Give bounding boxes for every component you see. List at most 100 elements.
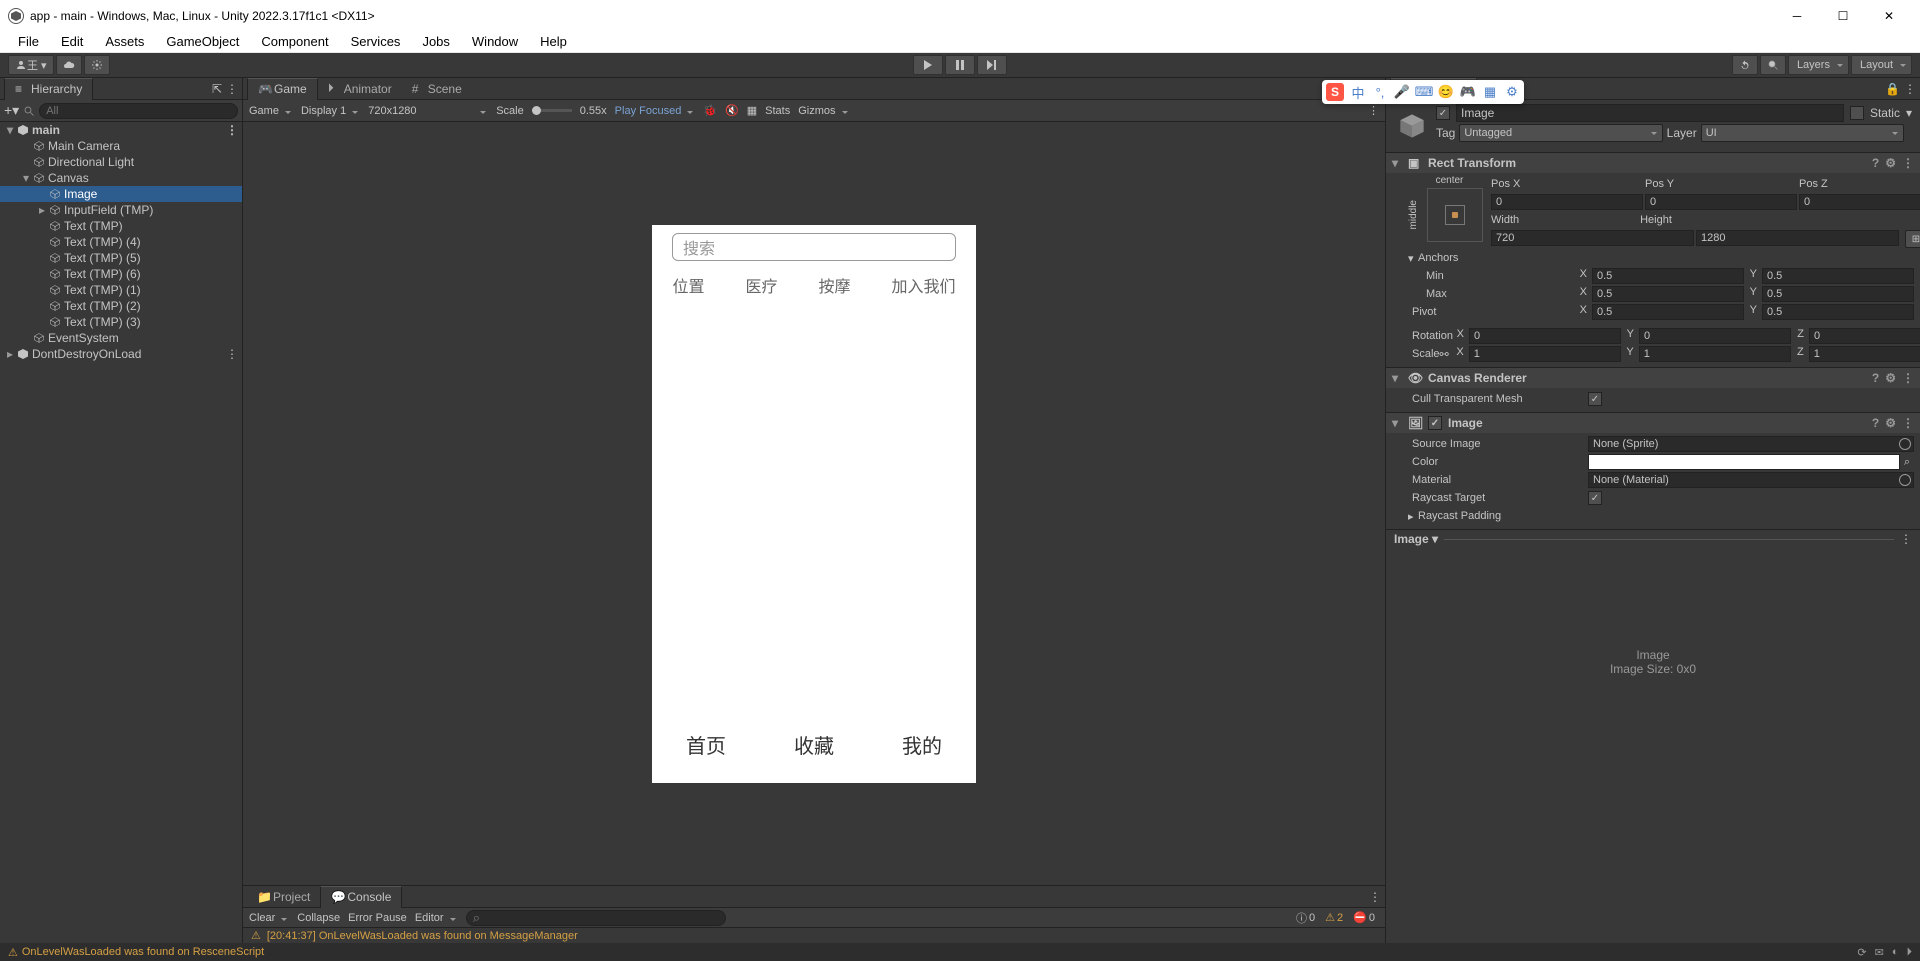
search-global-button[interactable] [1760, 55, 1786, 75]
hierarchy-row[interactable]: Text (TMP) (2) [0, 298, 242, 314]
component-menu-icon[interactable]: ⋮ [1902, 156, 1914, 170]
gameobject-active-checkbox[interactable] [1436, 106, 1450, 120]
foldout-icon[interactable]: ▾ [4, 123, 16, 137]
tab-game[interactable]: 🎮Game [247, 78, 318, 100]
menu-assets[interactable]: Assets [95, 32, 154, 51]
tab-animator[interactable]: ⏵Animator [318, 80, 402, 98]
jobs-icon[interactable]: ◐ [1892, 946, 1899, 959]
console-collapse-button[interactable]: Collapse [297, 912, 340, 924]
layout-dropdown[interactable]: Layout [1851, 55, 1912, 75]
account-button[interactable]: 王 ▾ [8, 55, 54, 75]
component-menu-icon[interactable]: ⋮ [1902, 416, 1914, 430]
ime-grid-icon[interactable]: ▦ [1482, 84, 1498, 100]
anchor-max-y-input[interactable] [1762, 286, 1914, 302]
pos-z-input[interactable] [1799, 194, 1920, 210]
grid-icon[interactable]: ▦ [747, 104, 757, 117]
component-menu-icon[interactable]: ⋮ [1902, 371, 1914, 385]
gameobject-icon[interactable] [1394, 108, 1430, 144]
phone-bottom-item[interactable]: 收藏 [794, 730, 834, 759]
error-count[interactable]: ⛔ 0 [1349, 910, 1379, 926]
tab-console[interactable]: 💬Console [320, 886, 402, 908]
phone-bottom-item[interactable]: 首页 [686, 730, 726, 759]
menu-gameobject[interactable]: GameObject [156, 32, 249, 51]
ime-emoji-icon[interactable]: 😊 [1438, 84, 1454, 100]
material-preview-bar[interactable]: Image ▾ ⋮ [1386, 529, 1920, 548]
menu-edit[interactable]: Edit [51, 32, 93, 51]
hierarchy-row[interactable]: Text (TMP) (6) [0, 266, 242, 282]
hierarchy-row[interactable]: Text (TMP) [0, 218, 242, 234]
phone-nav-item[interactable]: 按摩 [814, 271, 854, 299]
rotation-x-input[interactable] [1469, 328, 1621, 344]
window-close-button[interactable]: ✕ [1866, 0, 1912, 31]
hierarchy-menu-icon[interactable]: ⋮ [226, 82, 238, 96]
hierarchy-row[interactable]: Text (TMP) (5) [0, 250, 242, 266]
play-focused-dropdown[interactable]: Play Focused [615, 105, 696, 117]
object-picker-icon[interactable] [1899, 438, 1911, 450]
foldout-icon[interactable]: ▾ [1392, 371, 1402, 385]
ime-floating-bar[interactable]: S 中 °, 🎤 ⌨ 😊 🎮 ▦ ⚙ [1322, 80, 1524, 104]
hierarchy-search-input[interactable] [39, 103, 238, 119]
console-search-input[interactable] [466, 910, 726, 926]
inspector-lock-icon[interactable]: 🔒 [1885, 82, 1900, 96]
auto-refresh-icon[interactable]: ⟳ [1857, 946, 1866, 959]
eyedropper-icon[interactable]: ⌕ [1900, 456, 1914, 469]
foldout-icon[interactable]: ▸ [1408, 510, 1418, 523]
cache-server-icon[interactable]: ✉ [1875, 946, 1884, 959]
item-menu-icon[interactable]: ⋮ [222, 347, 242, 361]
menu-file[interactable]: File [8, 32, 49, 51]
inspector-menu-icon[interactable]: ⋮ [1904, 82, 1916, 96]
help-icon[interactable]: ? [1872, 371, 1879, 385]
color-field[interactable] [1588, 454, 1900, 470]
hierarchy-tree[interactable]: ▾main⋮Main CameraDirectional Light▾Canva… [0, 122, 242, 943]
hierarchy-row[interactable]: Main Camera [0, 138, 242, 154]
warn-count[interactable]: ⚠ 2 [1321, 910, 1347, 926]
hierarchy-row[interactable]: ▾Canvas [0, 170, 242, 186]
hierarchy-row[interactable]: Directional Light [0, 154, 242, 170]
ime-voice-icon[interactable]: 🎤 [1394, 84, 1410, 100]
tab-project[interactable]: 📁Project [247, 888, 320, 906]
pos-y-input[interactable] [1645, 194, 1797, 210]
ime-language-button[interactable]: 中 [1350, 84, 1366, 100]
foldout-icon[interactable]: ▾ [1392, 416, 1402, 430]
preset-icon[interactable]: ⚙ [1885, 156, 1896, 170]
anchor-preset-button[interactable] [1427, 188, 1483, 242]
hierarchy-row[interactable]: ▸InputField (TMP) [0, 202, 242, 218]
progress-icon[interactable]: ⏵ [1907, 946, 1913, 959]
foldout-icon[interactable]: ▸ [36, 203, 48, 217]
static-dropdown-icon[interactable]: ▾ [1906, 106, 1912, 120]
undo-history-button[interactable] [1732, 55, 1758, 75]
mute-icon[interactable]: 🔇 [725, 104, 739, 117]
phone-bottom-item[interactable]: 我的 [902, 730, 942, 759]
menu-help[interactable]: Help [530, 32, 577, 51]
height-input[interactable] [1696, 230, 1899, 246]
gameobject-name-input[interactable] [1456, 104, 1844, 122]
console-clear-button[interactable]: Clear [249, 912, 289, 924]
ime-keyboard-icon[interactable]: ⌨ [1416, 84, 1432, 100]
material-menu-icon[interactable]: ⋮ [1900, 532, 1912, 546]
constrain-scale-icon[interactable]: ⚯ [1440, 348, 1449, 361]
hierarchy-row[interactable]: ▸DontDestroyOnLoad⋮ [0, 346, 242, 362]
window-minimize-button[interactable]: ─ [1774, 0, 1820, 31]
game-mode-dropdown[interactable]: Game [249, 105, 293, 117]
anchor-max-x-input[interactable] [1592, 286, 1744, 302]
pivot-x-input[interactable] [1592, 304, 1744, 320]
width-input[interactable] [1491, 230, 1694, 246]
console-log-row[interactable]: ⚠[20:41:37] OnLevelWasLoaded was found o… [243, 928, 1385, 943]
hierarchy-row[interactable]: ▾main⋮ [0, 122, 242, 138]
hierarchy-tab[interactable]: ≡ Hierarchy [4, 78, 93, 100]
rotation-z-input[interactable] [1809, 328, 1920, 344]
scale-z-input[interactable] [1809, 346, 1920, 362]
ime-punctuation-icon[interactable]: °, [1372, 84, 1388, 100]
phone-nav-item[interactable]: 医疗 [741, 271, 781, 299]
layer-dropdown[interactable]: UI [1701, 124, 1904, 142]
pos-x-input[interactable] [1491, 194, 1643, 210]
scale-slider[interactable] [532, 109, 572, 112]
stats-button[interactable]: Stats [765, 105, 790, 117]
phone-search-input[interactable]: 搜索 [672, 233, 956, 261]
cloud-button[interactable] [56, 55, 82, 75]
preset-icon[interactable]: ⚙ [1885, 416, 1896, 430]
hierarchy-row[interactable]: Text (TMP) (1) [0, 282, 242, 298]
preset-icon[interactable]: ⚙ [1885, 371, 1896, 385]
display-dropdown[interactable]: Display 1 [301, 105, 360, 117]
hierarchy-row[interactable]: Text (TMP) (4) [0, 234, 242, 250]
